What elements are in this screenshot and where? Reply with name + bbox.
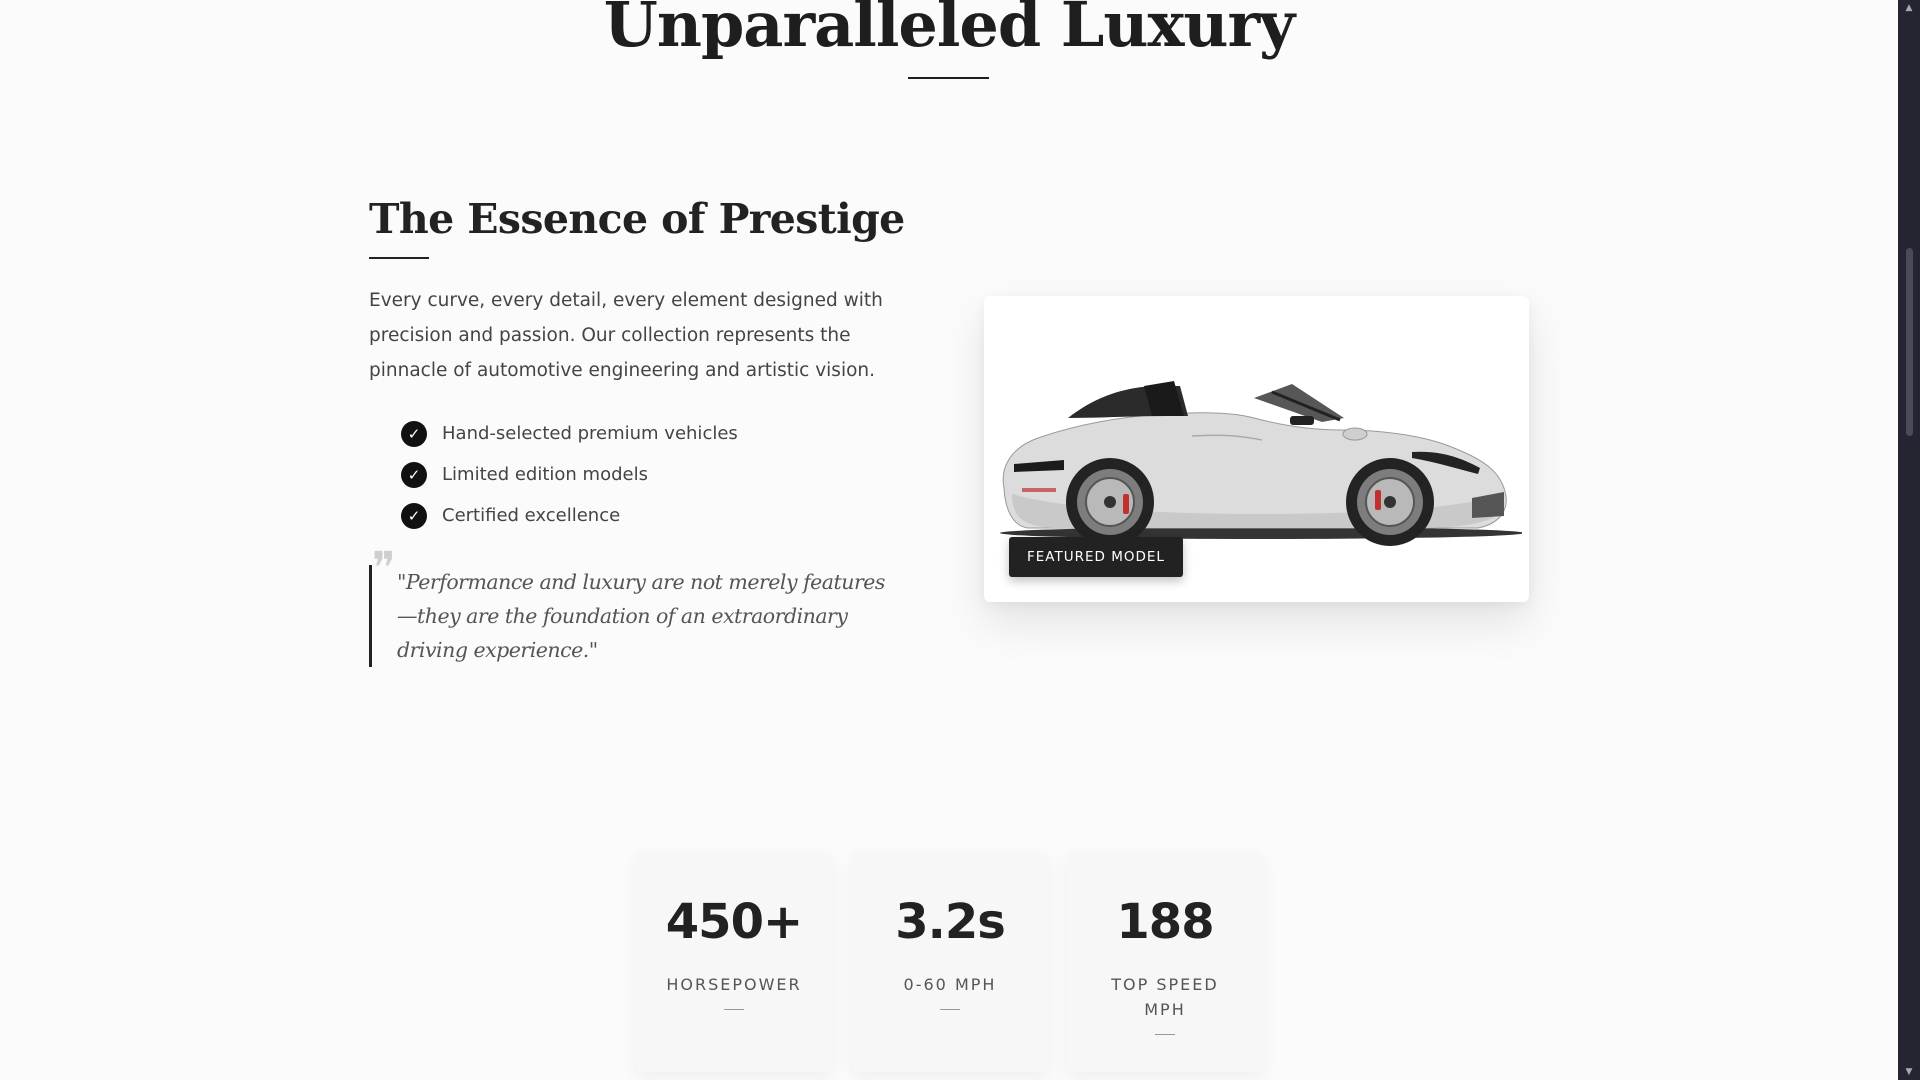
feature-item: ✓ Hand-selected premium vehicles bbox=[401, 413, 909, 454]
feature-label: Limited edition models bbox=[442, 464, 648, 485]
stat-label: 0-60 MPH bbox=[903, 975, 997, 994]
vertical-scrollbar[interactable]: ▲ ▼ bbox=[1898, 0, 1920, 1080]
essence-title: The Essence of Prestige bbox=[369, 195, 905, 243]
stat-divider bbox=[724, 1009, 744, 1010]
feature-label: Certified excellence bbox=[442, 505, 621, 526]
essence-intro: Every curve, every detail, every element… bbox=[369, 290, 883, 381]
essence-column: The Essence of Prestige Every curve, eve… bbox=[369, 195, 909, 536]
featured-car-card[interactable]: FEATURED MODEL bbox=[984, 296, 1529, 602]
featured-car-image bbox=[1000, 381, 1522, 546]
title-divider bbox=[908, 77, 989, 79]
quote-text: "Performance and luxury are not merely f… bbox=[397, 570, 885, 662]
feature-item: ✓ Limited edition models bbox=[401, 454, 909, 495]
stat-divider bbox=[940, 1009, 960, 1010]
section-title: Unparalleled Luxury bbox=[603, 0, 1295, 61]
stat-card-top-speed: 188 TOP SPEED MPH bbox=[1067, 852, 1263, 1072]
page: Unparalleled Luxury The Essence of Prest… bbox=[0, 0, 1898, 1080]
stat-value: 450+ bbox=[665, 894, 803, 950]
feature-list: ✓ Hand-selected premium vehicles ✓ Limit… bbox=[369, 413, 909, 536]
stat-value: 3.2s bbox=[895, 894, 1006, 950]
stat-card-horsepower: 450+ HORSEPOWER bbox=[636, 852, 832, 1072]
quote-mark-icon: ❞ bbox=[372, 543, 396, 594]
featured-model-badge: FEATURED MODEL bbox=[1009, 537, 1183, 577]
check-icon: ✓ bbox=[401, 420, 427, 447]
check-icon: ✓ bbox=[401, 502, 427, 529]
scrollbar-thumb[interactable] bbox=[1906, 248, 1913, 436]
feature-label: Hand-selected premium vehicles bbox=[442, 423, 738, 444]
stat-label: TOP SPEED MPH bbox=[1111, 975, 1219, 1019]
stat-value: 188 bbox=[1116, 894, 1214, 950]
stat-label: HORSEPOWER bbox=[666, 975, 802, 994]
stat-divider bbox=[1155, 1034, 1175, 1035]
feature-item: ✓ Certified excellence bbox=[401, 495, 909, 536]
stat-card-acceleration: 3.2s 0-60 MPH bbox=[852, 852, 1048, 1072]
check-icon: ✓ bbox=[401, 461, 427, 488]
testimonial-quote: ❞ "Performance and luxury are not merely… bbox=[369, 547, 899, 667]
scroll-up-arrow-icon[interactable]: ▲ bbox=[1898, 0, 1920, 16]
essence-divider bbox=[369, 257, 429, 259]
scroll-down-arrow-icon[interactable]: ▼ bbox=[1898, 1064, 1920, 1080]
